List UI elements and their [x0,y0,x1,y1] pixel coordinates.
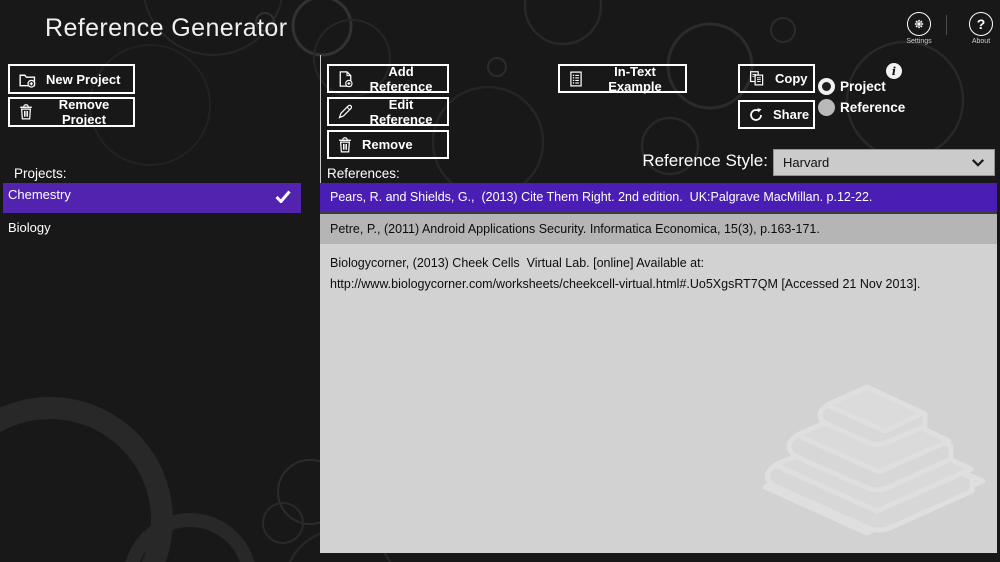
new-project-label: New Project [46,72,120,87]
copy-button[interactable]: Copy [738,64,815,93]
add-reference-button[interactable]: Add Reference [327,64,449,93]
toolbar-divider [320,55,321,183]
radio-project[interactable]: Project [818,78,886,95]
share-label: Share [773,107,809,122]
reference-style-label: Reference Style: [548,151,768,171]
radio-project-label: Project [840,79,886,94]
share-button[interactable]: Share [738,100,815,129]
question-mark-icon: ? [969,12,993,36]
trash-icon [18,103,34,121]
folder-plus-icon [18,71,37,88]
project-name: Chemestry [8,187,71,202]
remove-reference-label: Remove [362,137,413,152]
radio-reference[interactable]: Reference [818,99,905,116]
project-item[interactable]: Biology [3,220,301,242]
project-item-selected[interactable]: Chemestry [3,183,301,213]
books-watermark-icon [757,375,991,547]
remove-project-label: Remove Project [43,97,125,127]
remove-project-button[interactable]: Remove Project [8,97,135,127]
copy-icon [748,70,766,87]
document-plus-icon [337,70,354,88]
radio-reference-label: Reference [840,100,905,115]
project-name: Biology [8,220,51,235]
edit-reference-label: Edit Reference [363,97,439,127]
reference-item-highlighted[interactable]: Petre, P., (2011) Android Applications S… [320,212,997,244]
reference-style-value: Harvard [783,155,829,170]
chevron-down-icon [971,155,985,170]
in-text-example-label: In-Text Example [593,64,677,94]
reference-style-dropdown[interactable]: Harvard [773,149,995,176]
checkmark-icon [275,190,291,206]
new-project-button[interactable]: New Project [8,64,135,94]
radio-selected-icon [818,78,835,95]
references-panel: Pears, R. and Shields, G., (2013) Cite T… [320,183,997,553]
header-divider [946,15,947,35]
page-title: Reference Generator [45,14,287,43]
pencil-icon [337,103,354,120]
radio-unselected-icon [818,99,835,116]
reference-item[interactable]: Biologycorner, (2013) Cheek Cells Virtua… [320,249,942,297]
projects-label: Projects: [14,166,67,181]
trash-icon [337,136,353,154]
info-icon[interactable]: i [886,63,902,79]
settings-label: Settings [906,38,931,45]
references-label: References: [327,166,400,181]
remove-reference-button[interactable]: Remove [327,130,449,159]
list-document-icon [568,70,584,88]
settings-button[interactable]: Settings [899,12,939,45]
about-label: About [972,38,990,45]
copy-label: Copy [775,71,808,86]
edit-reference-button[interactable]: Edit Reference [327,97,449,126]
reference-item-selected[interactable]: Pears, R. and Shields, G., (2013) Cite T… [320,183,997,212]
add-reference-label: Add Reference [363,64,439,94]
sync-arrows-icon [748,107,764,123]
gear-icon [907,12,931,36]
about-button[interactable]: ? About [961,12,1000,45]
in-text-example-button[interactable]: In-Text Example [558,64,687,93]
